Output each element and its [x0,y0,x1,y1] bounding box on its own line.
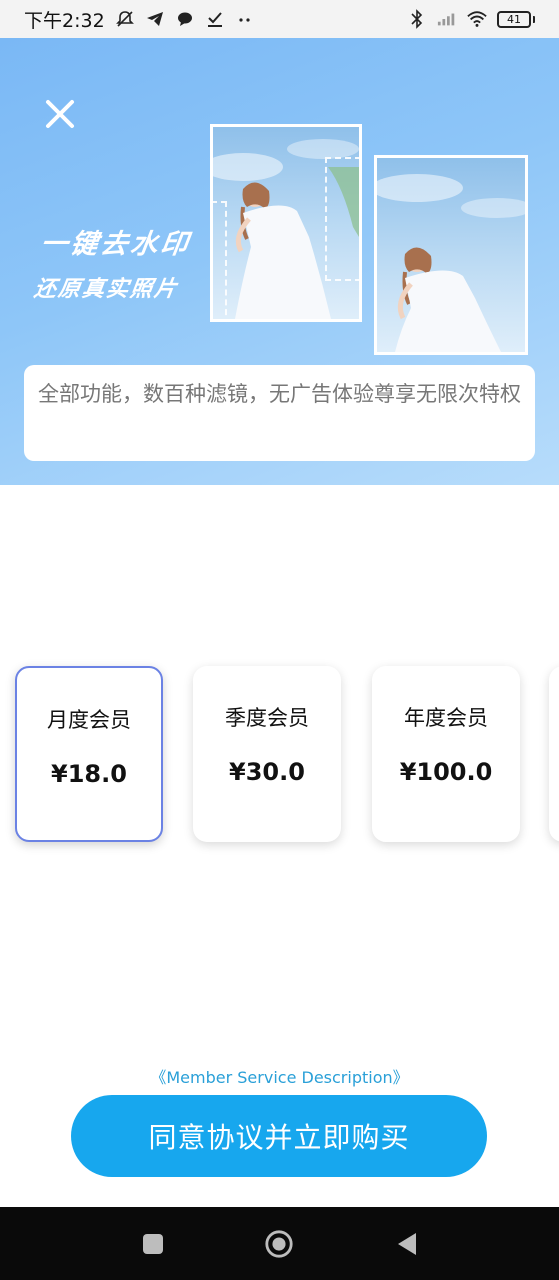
plan-name: 年度会员 [404,706,488,730]
plan-name: 月度会员 [47,708,131,732]
member-service-link[interactable]: 《Member Service Description》 [0,1064,559,1088]
chat-icon [175,9,195,29]
notification-off-icon [115,9,135,29]
promo-headline: 一键去水印 还原真实照片 [32,222,193,303]
status-bar: 下午2:32 41 [0,0,559,38]
features-description: 全部功能，数百种滤镜，无广告体验尊享无限次特权 [24,365,535,461]
more-icon [235,9,255,29]
home-icon[interactable] [264,1229,294,1259]
close-icon[interactable] [40,94,80,134]
wifi-icon [467,9,487,29]
status-time: 下午2:32 [24,9,105,32]
battery-level: 41 [497,10,531,28]
plan-card-next[interactable] [549,666,559,842]
recents-icon[interactable] [138,1229,168,1259]
plan-price: ¥18.0 [51,760,127,788]
plan-card-yearly[interactable]: 年度会员 ¥100.0 [372,666,520,842]
plan-price: ¥30.0 [229,758,305,786]
plan-price: ¥100.0 [399,758,493,786]
signal-icon [437,9,457,29]
plan-list: 月度会员 ¥18.0 季度会员 ¥30.0 年度会员 ¥100.0 [0,664,559,848]
back-icon[interactable] [392,1229,422,1259]
promo-banner: 一键去水印 还原真实照片 全部功能，数百种滤镜，无广告体验尊享无限次特权 [0,38,559,485]
system-nav-bar [0,1207,559,1280]
bluetooth-icon [407,9,427,29]
headline-line-1: 一键去水印 [38,229,193,260]
telegram-icon [145,9,165,29]
plan-card-quarterly[interactable]: 季度会员 ¥30.0 [193,666,341,842]
agree-and-buy-button[interactable]: 同意协议并立即购买 [71,1095,487,1177]
check-icon [205,9,225,29]
plan-card-monthly[interactable]: 月度会员 ¥18.0 [15,666,163,842]
battery-icon: 41 [497,10,535,28]
before-photo [210,124,362,322]
plan-name: 季度会员 [225,706,309,730]
after-photo [374,155,528,355]
headline-line-2: 还原真实照片 [32,277,180,302]
